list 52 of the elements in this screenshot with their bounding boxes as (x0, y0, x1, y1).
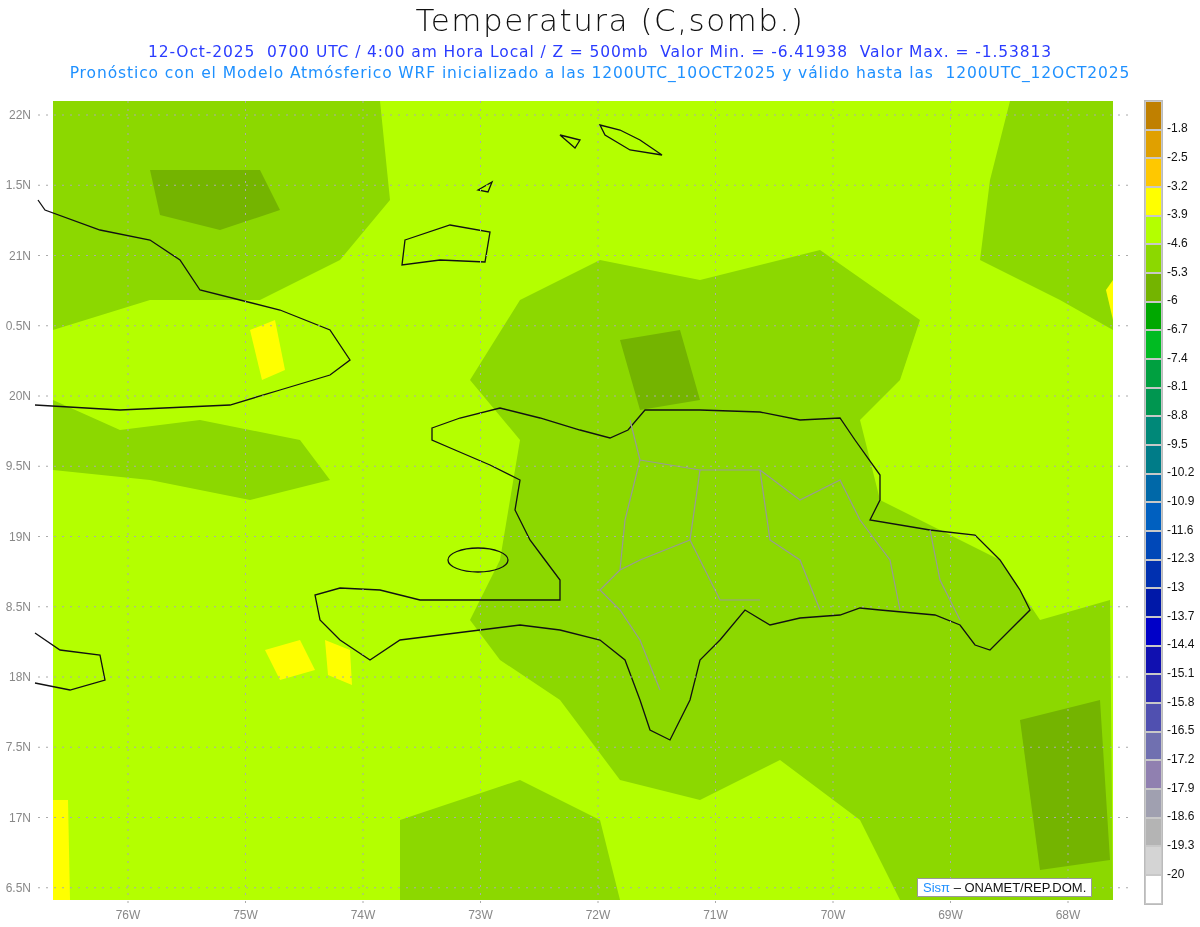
colorbar-label: -17.2 (1167, 752, 1195, 767)
colorbar-label: -8.8 (1167, 408, 1188, 423)
latitude-label: 20N (9, 389, 31, 403)
colorbar-label: -7.4 (1167, 350, 1188, 365)
colorbar-label: -13.7 (1167, 608, 1195, 623)
map-title: Temperatura (C,somb.) (414, 2, 805, 40)
colorbar-label: -19.3 (1167, 838, 1195, 853)
longitude-label: 69W (938, 908, 963, 922)
latitude-label: 1.5N (5, 178, 31, 193)
longitude-label: 72W (585, 908, 611, 922)
latitude-label: 0.5N (5, 318, 31, 333)
latitude-label: 8.5N (5, 599, 31, 614)
longitude-label: 71W (703, 908, 728, 922)
longitude-label: 70W (820, 908, 846, 922)
colorbar-label: -18.6 (1167, 809, 1195, 824)
colorbar-label: -1.8 (1167, 121, 1188, 136)
latitude-label: 19N (9, 529, 31, 544)
colorbar-label: -3.2 (1167, 178, 1188, 193)
longitude-label: 74W (350, 908, 376, 922)
latitude-label: 17N (9, 810, 31, 825)
colorbar-label: -11.6 (1167, 522, 1194, 537)
longitude-label: 75W (233, 908, 258, 922)
colorbar-label: -2.5 (1167, 150, 1188, 164)
colorbar-label: -6 (1167, 293, 1178, 308)
colorbar-label: -8.1 (1167, 379, 1188, 394)
colorbar-label: -16.5 (1167, 723, 1195, 738)
colorbar-label: -13 (1167, 580, 1185, 595)
colorbar-label: -12.3 (1167, 551, 1195, 566)
credit-label: Sisπ – ONAMET/REP.DOM. (917, 878, 1093, 897)
colorbar-label: -14.4 (1167, 637, 1195, 652)
colorbar-label: -9.5 (1167, 436, 1188, 451)
colorbar-label: -15.8 (1167, 694, 1195, 709)
colorbar-label: -15.1 (1167, 666, 1195, 681)
colorbar-label: -20 (1167, 866, 1185, 881)
colorbar-label: -17.9 (1167, 780, 1195, 795)
latitude-label: 22N (9, 108, 31, 122)
colorbar-label: -5.3 (1167, 264, 1188, 279)
latitude-label: 9.5N (5, 459, 31, 474)
longitude-label: 76W (115, 908, 141, 922)
colorbar-label: -6.7 (1167, 322, 1188, 337)
latitude-label: 18N (9, 670, 31, 684)
colorbar-label: -10.9 (1167, 494, 1195, 509)
subtitle-line: 12-Oct-2025 0700 UTC / 4:00 am Hora Local / Z = 500mb Valor Min. = -6.41938 Valor Max. = -1.53813 (147, 42, 1053, 63)
colorbar-label: -10.2 (1167, 465, 1195, 480)
longitude-label: 73W (468, 908, 493, 922)
latitude-label: 6.5N (5, 880, 31, 895)
latitude-label: 7.5N (5, 740, 31, 755)
colorbar-label: -3.9 (1167, 207, 1188, 222)
subtitle-line: Pronóstico con el Modelo Atmósferico WRF inicializado a las 1200UTC_10OCT2025 y válido hasta las 1200UTC_12OCT2025 (69, 63, 1131, 84)
longitude-label: 68W (1055, 908, 1081, 922)
colorbar-label: -4.6 (1167, 236, 1188, 250)
latitude-label: 21N (9, 248, 31, 263)
